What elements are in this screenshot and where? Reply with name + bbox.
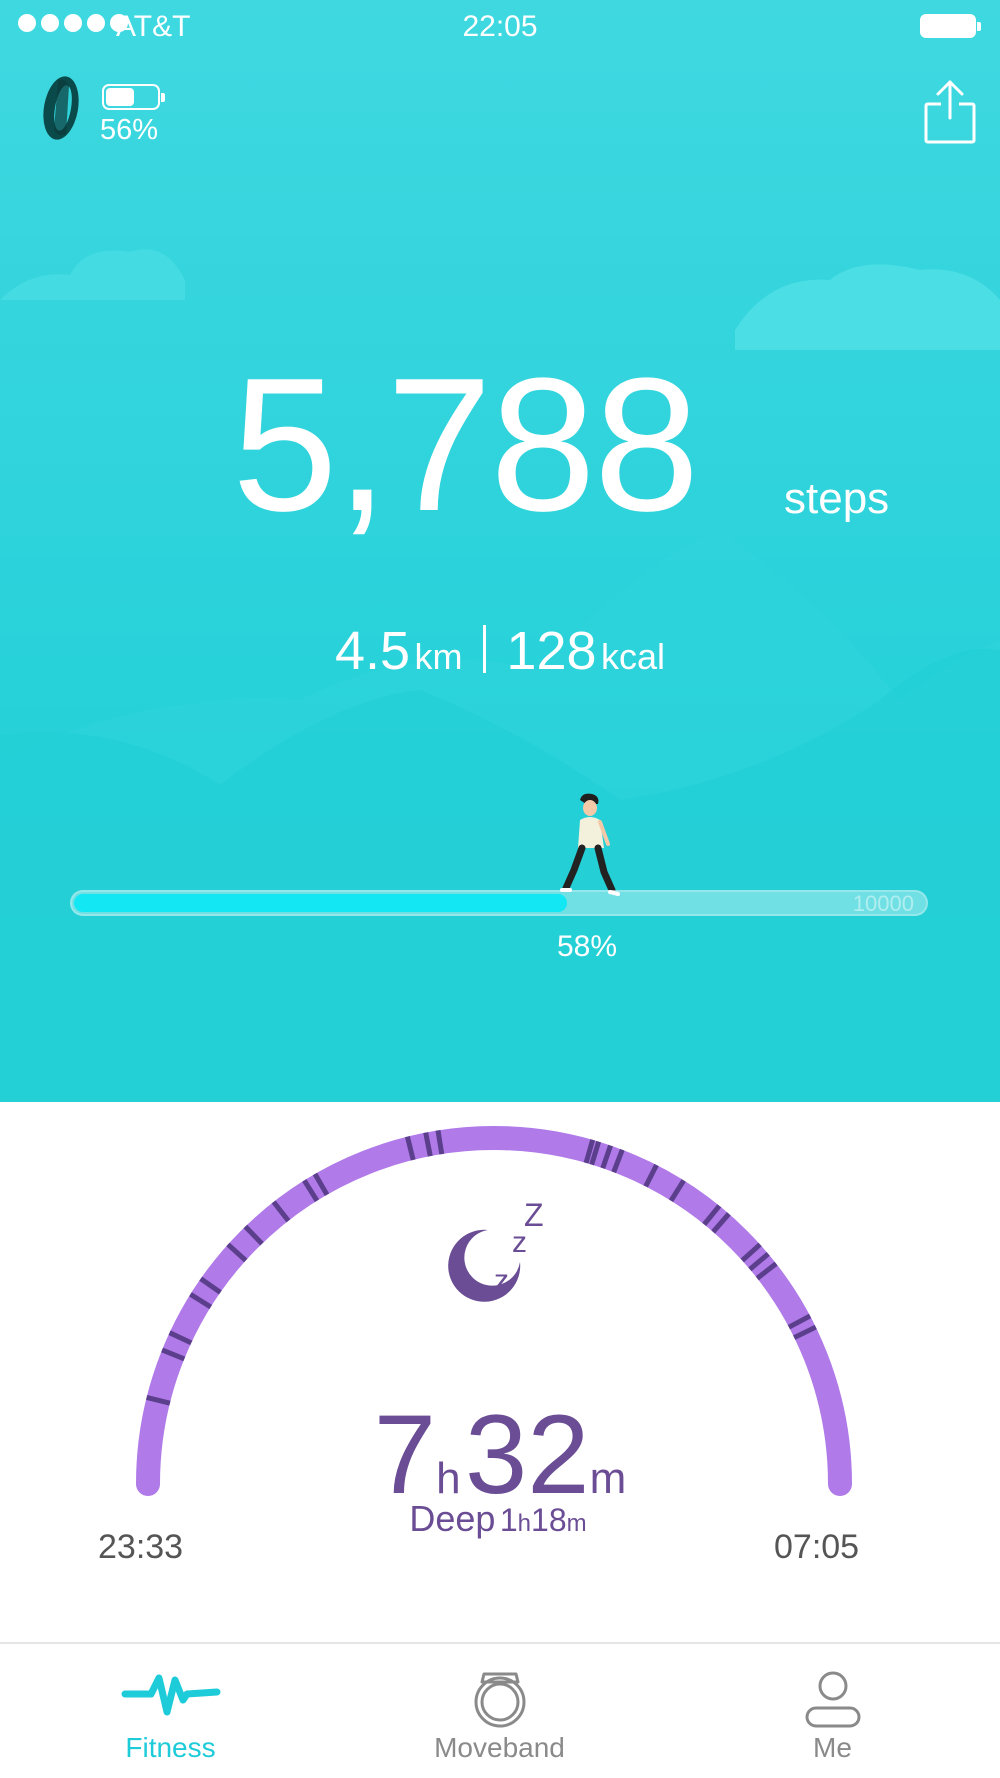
tab-fitness[interactable]: Fitness [4, 1644, 337, 1778]
divider [482, 625, 486, 673]
progress-fill [74, 894, 567, 912]
moon-sleep-icon: z z Z [448, 1197, 544, 1302]
svg-text:z: z [494, 1264, 509, 1297]
tab-fitness-label: Fitness [125, 1732, 216, 1763]
steps-readout: 5,788 steps [0, 350, 1000, 550]
steps-unit: steps [784, 474, 890, 523]
status-time: 22:05 [462, 10, 538, 43]
progress-goal: 10000 [852, 891, 914, 916]
calories-unit: kcal [600, 636, 666, 677]
steps-value: 5,788 [232, 339, 699, 551]
walking-person-icon [560, 793, 620, 896]
fitness-band-icon[interactable] [36, 72, 86, 144]
tab-me[interactable]: Me [666, 1644, 999, 1778]
device-battery-icon [102, 84, 165, 110]
pulse-icon [121, 1674, 220, 1716]
distance-unit: km [414, 636, 463, 677]
calories-value: 128 [506, 621, 597, 681]
sleep-minutes-unit: m [589, 1454, 627, 1503]
tab-me-label: Me [813, 1732, 852, 1763]
distance-value: 4.5 [334, 621, 411, 681]
tab-bar: Fitness Moveband Me [0, 1642, 1000, 1778]
device-battery-percent: 56% [100, 114, 159, 146]
status-bar: AT&T 22:05 [0, 0, 1000, 56]
sleep-summary[interactable]: z z Z 7h 32m Deep 1h18m 23:33 07:05 [0, 1102, 1000, 1642]
activity-panel: AT&T 22:05 56% 5,788 steps 4.5 km 128 kc… [0, 0, 1000, 1102]
band-icon [474, 1672, 525, 1728]
sleep-end-time: 07:05 [774, 1528, 860, 1566]
steps-progress-bar: 10000 [70, 890, 928, 916]
svg-text:Z: Z [524, 1197, 544, 1233]
deep-hours: 1 [499, 1502, 518, 1538]
tab-moveband-label: Moveband [434, 1732, 565, 1763]
tab-moveband[interactable]: Moveband [333, 1644, 666, 1778]
sleep-start-time: 23:33 [98, 1528, 184, 1566]
progress-percent: 58% [556, 930, 618, 963]
deep-label: Deep [409, 1498, 496, 1539]
deep-minutes-unit: m [566, 1510, 587, 1537]
deep-hours-unit: h [517, 1510, 532, 1537]
sleep-hours-unit: h [436, 1454, 461, 1503]
user-icon [805, 1671, 860, 1728]
phone-battery-icon [920, 14, 981, 38]
deep-minutes: 18 [531, 1502, 567, 1538]
distance-calories-row: 4.5 km 128 kcal [0, 620, 1000, 682]
share-icon[interactable] [922, 78, 978, 146]
